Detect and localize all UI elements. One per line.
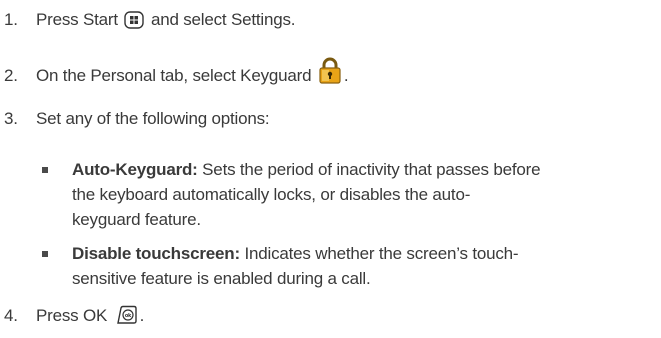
option-term: Auto-Keyguard: [72,160,198,179]
step-text: . [343,66,349,85]
option-description-line: sensitive feature is enabled during a ca… [72,269,371,288]
step-1: 1. Press Start and select Settings. [4,7,296,36]
option-term: Disable touchscreen: [72,244,240,263]
step-text: . [139,306,145,325]
step-number: 4. [4,306,18,325]
option-description-line: the keyboard automatically locks, or dis… [72,185,471,204]
step-3: 3. Set any of the following options: [4,106,270,131]
bullet-marker [42,167,48,173]
step-number: 1. [4,10,18,29]
step-number: 3. [4,109,18,128]
padlock-icon [318,57,342,92]
option-auto-keyguard: Auto-Keyguard: Sets the period of inacti… [42,157,652,232]
option-description-line: keyguard feature. [72,210,201,229]
step-text: On the Personal tab, select Keyguard [36,66,312,85]
step-2: 2. On the Personal tab, select Keyguard . [4,57,349,92]
bullet-marker [42,251,48,257]
svg-text:ok: ok [124,313,131,319]
step-number: 2. [4,66,18,85]
option-description-line: Indicates whether the screen’s touch- [244,244,519,263]
step-text: Press Start [36,10,118,29]
ok-key-icon: ok [114,305,138,332]
step-4: 4. Press OK ok . [4,303,144,332]
option-disable-touchscreen: Disable touchscreen: Indicates whether t… [42,241,652,291]
instruction-list: 1. Press Start and select Settings. 2. On … [0,0,661,338]
option-description-line: Sets the period of inactivity that passe… [202,160,541,179]
step-text: Set any of the following options: [36,109,270,128]
start-key-icon [124,11,145,36]
step-text: and select Settings. [150,10,296,29]
step-text: Press OK [36,306,108,325]
